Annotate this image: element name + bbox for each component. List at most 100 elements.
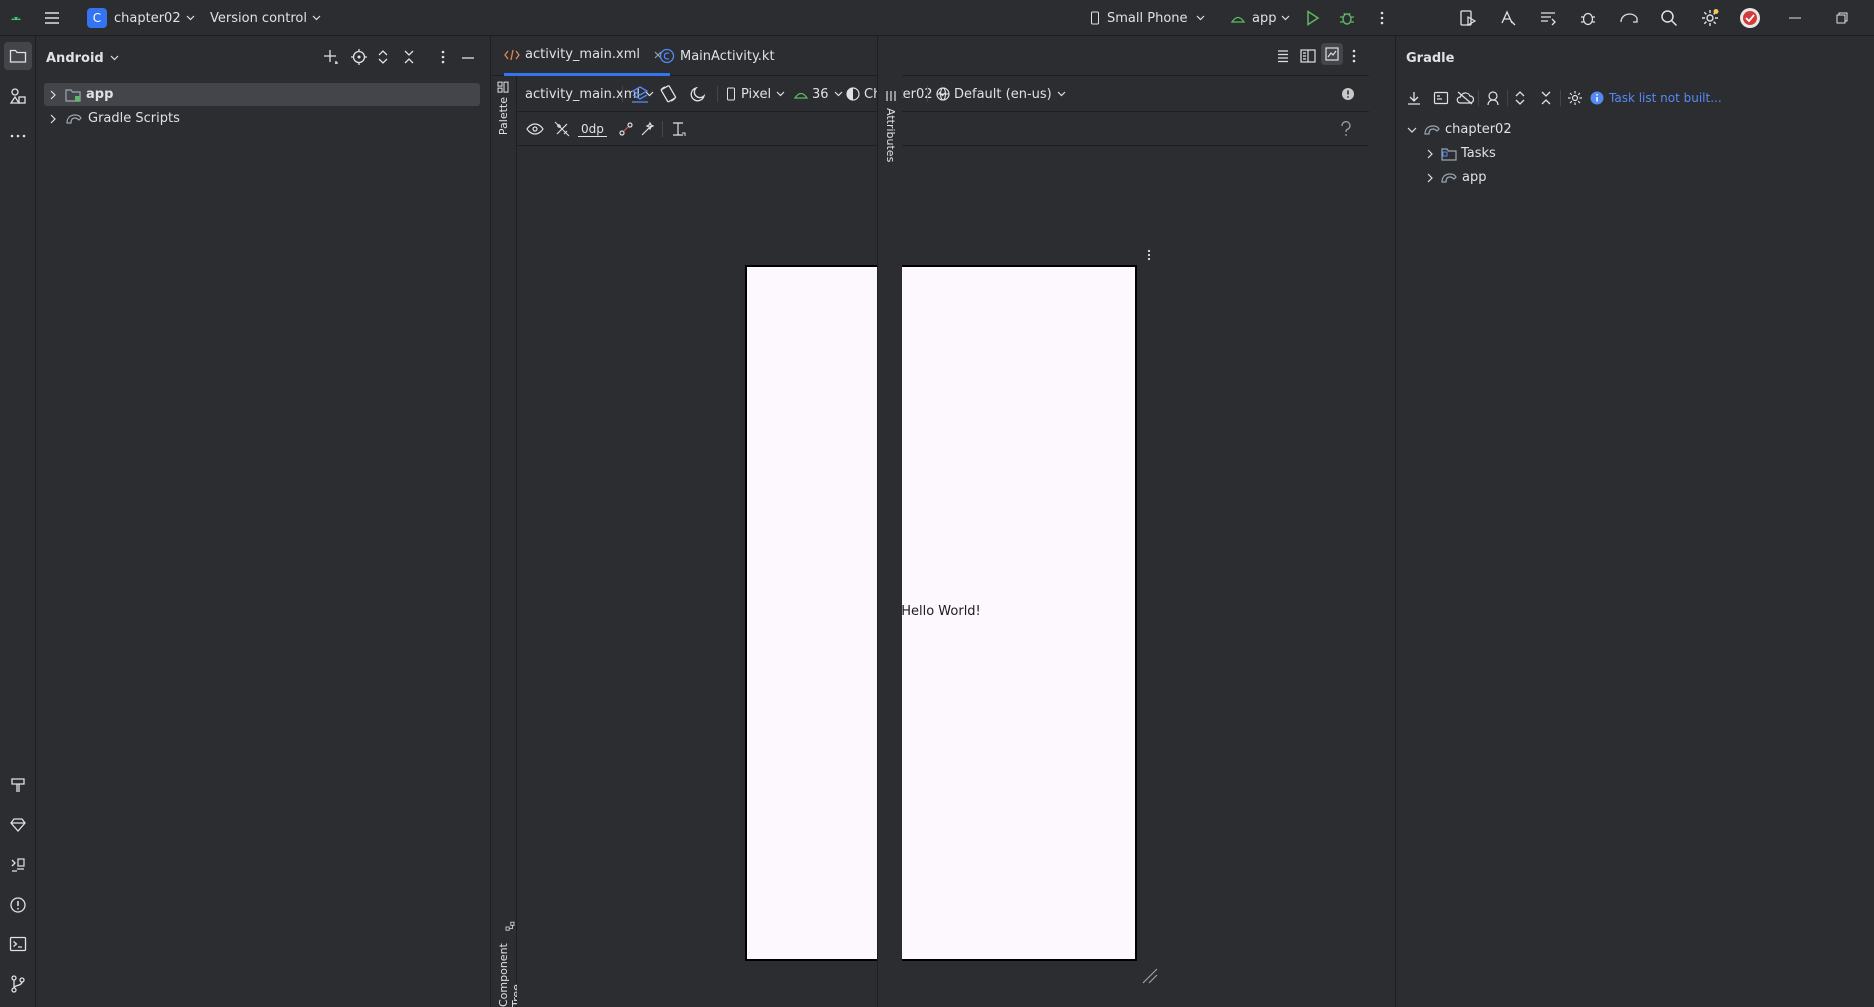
- split-view-icon[interactable]: [1300, 49, 1316, 63]
- tab-activity-main-xml[interactable]: activity_main.xml: [504, 36, 671, 76]
- select-opened-file-icon[interactable]: [351, 49, 367, 65]
- run-config-name: app: [1252, 10, 1277, 26]
- device-selector[interactable]: Small Phone: [1089, 0, 1205, 36]
- project-panel: Android app Gradle Scripts: [36, 36, 491, 1007]
- device-for-preview-selector[interactable]: Pixel: [726, 76, 785, 112]
- design-canvas[interactable]: Hello World!: [517, 146, 1369, 1007]
- gradle-tree-item-chapter02[interactable]: chapter02: [1404, 118, 1512, 141]
- logcat-icon[interactable]: [1539, 0, 1557, 36]
- gradle-tree-item-app[interactable]: app: [1423, 166, 1486, 189]
- account-avatar[interactable]: [1739, 0, 1761, 36]
- toolbar-divider: [717, 86, 718, 102]
- project-view-selector[interactable]: Android: [46, 51, 119, 66]
- chevron-down-icon: [1057, 91, 1066, 97]
- more-tools-icon[interactable]: [4, 122, 32, 150]
- hello-world-textview[interactable]: Hello World!: [747, 604, 1135, 619]
- tab-main-activity-kt[interactable]: MainActivity.kt: [659, 36, 775, 76]
- project-panel-header: Android: [36, 36, 490, 80]
- gradle-tree-label: chapter02: [1445, 122, 1512, 137]
- minimize-icon[interactable]: [1789, 0, 1801, 36]
- add-new-icon[interactable]: [323, 49, 339, 65]
- palette-tool-button[interactable]: Palette: [497, 81, 510, 135]
- infer-constraints-icon[interactable]: [640, 112, 656, 146]
- chevron-right-icon: [50, 114, 56, 123]
- api-level-selector[interactable]: 36: [794, 76, 843, 112]
- expand-all-icon[interactable]: [377, 49, 389, 65]
- run-icon[interactable]: [1306, 0, 1320, 36]
- settings-icon[interactable]: [1700, 0, 1720, 36]
- clear-constraints-icon[interactable]: [618, 112, 634, 146]
- gradle-tree-label: app: [1462, 170, 1487, 185]
- guidelines-icon[interactable]: [670, 112, 686, 146]
- orientation-icon[interactable]: [659, 76, 677, 112]
- night-mode-icon[interactable]: [690, 76, 706, 112]
- resource-manager-icon[interactable]: [4, 82, 32, 110]
- attributes-strip: Attributes: [877, 36, 902, 1007]
- analyze-dependencies-icon[interactable]: [1485, 90, 1501, 106]
- task-list-status[interactable]: Task list not built...: [1590, 80, 1722, 116]
- offline-mode-icon[interactable]: [1456, 90, 1474, 106]
- gradle-settings-icon[interactable]: [1567, 90, 1583, 106]
- toolbar-divider: [662, 121, 663, 137]
- tree-item-app[interactable]: app: [44, 83, 480, 106]
- toolbar-divider: [1507, 90, 1508, 106]
- gradle-icon: [1441, 172, 1457, 183]
- more-actions-icon[interactable]: [1380, 0, 1384, 36]
- autoconnect-icon[interactable]: [554, 112, 570, 146]
- search-icon[interactable]: [1660, 0, 1678, 36]
- execute-task-icon[interactable]: [1433, 90, 1449, 106]
- left-tool-stripe: [0, 36, 36, 1007]
- api-level: 36: [812, 86, 829, 102]
- issue-notification-icon[interactable]: [1341, 76, 1355, 112]
- options-icon[interactable]: [441, 50, 445, 64]
- expand-all-icon[interactable]: [1514, 90, 1526, 106]
- app-inspection-icon[interactable]: [1579, 0, 1597, 36]
- phone-icon: [727, 87, 735, 101]
- gradle-tree-item-tasks[interactable]: Tasks: [1423, 142, 1496, 165]
- gradle-sync-icon[interactable]: [1619, 0, 1639, 36]
- version-control-icon[interactable]: [4, 970, 32, 998]
- chevron-down-icon: [186, 15, 195, 21]
- design-surface-icon[interactable]: [631, 76, 649, 112]
- version-control-menu[interactable]: Version control: [210, 0, 321, 36]
- logcat-tool-icon[interactable]: [4, 851, 32, 879]
- preview-options-icon[interactable]: [1147, 249, 1151, 261]
- android-icon: [794, 92, 808, 99]
- tasks-folder-icon: [1441, 147, 1457, 161]
- problems-icon[interactable]: [4, 891, 32, 919]
- collapse-all-icon[interactable]: [1540, 90, 1552, 106]
- help-icon[interactable]: [1340, 112, 1352, 146]
- attributes-tool-button[interactable]: Attributes: [884, 90, 897, 162]
- locale-selector[interactable]: Default (en-us): [936, 76, 1066, 112]
- toolbar-divider: [927, 86, 928, 102]
- run-config-selector[interactable]: app: [1230, 0, 1290, 36]
- gemini-icon[interactable]: [4, 811, 32, 839]
- translate-icon[interactable]: [1499, 0, 1517, 36]
- project-selector[interactable]: C chapter02: [87, 0, 195, 36]
- terminal-icon[interactable]: [4, 930, 32, 958]
- toolbar-divider: [622, 86, 623, 102]
- build-icon[interactable]: [4, 771, 32, 799]
- debug-icon[interactable]: [1339, 0, 1355, 36]
- chevron-down-icon: [1407, 127, 1417, 133]
- device-preview-screen[interactable]: Hello World!: [745, 265, 1137, 961]
- tabs-options-icon[interactable]: [1352, 49, 1356, 63]
- device-manager-icon[interactable]: [1459, 0, 1477, 36]
- resize-handle-icon[interactable]: [1141, 967, 1159, 985]
- collapse-all-icon[interactable]: [403, 49, 415, 65]
- tree-item-gradle-scripts[interactable]: Gradle Scripts: [44, 107, 480, 130]
- chevron-down-icon: [110, 55, 119, 61]
- gradle-tree-label: Tasks: [1461, 146, 1496, 161]
- chevron-right-icon: [50, 90, 56, 99]
- main-menu-icon[interactable]: [43, 0, 61, 36]
- view-options-icon[interactable]: [526, 112, 544, 146]
- default-margin-control[interactable]: 0dp: [578, 112, 607, 146]
- globe-icon: [936, 87, 950, 101]
- gradle-icon: [1424, 124, 1440, 135]
- download-sources-icon[interactable]: [1406, 90, 1422, 106]
- design-view-icon[interactable]: [1321, 43, 1343, 65]
- restore-icon[interactable]: [1836, 0, 1848, 36]
- code-view-icon[interactable]: [1276, 49, 1290, 63]
- project-tool-icon[interactable]: [4, 42, 32, 70]
- hide-panel-icon[interactable]: [462, 57, 474, 59]
